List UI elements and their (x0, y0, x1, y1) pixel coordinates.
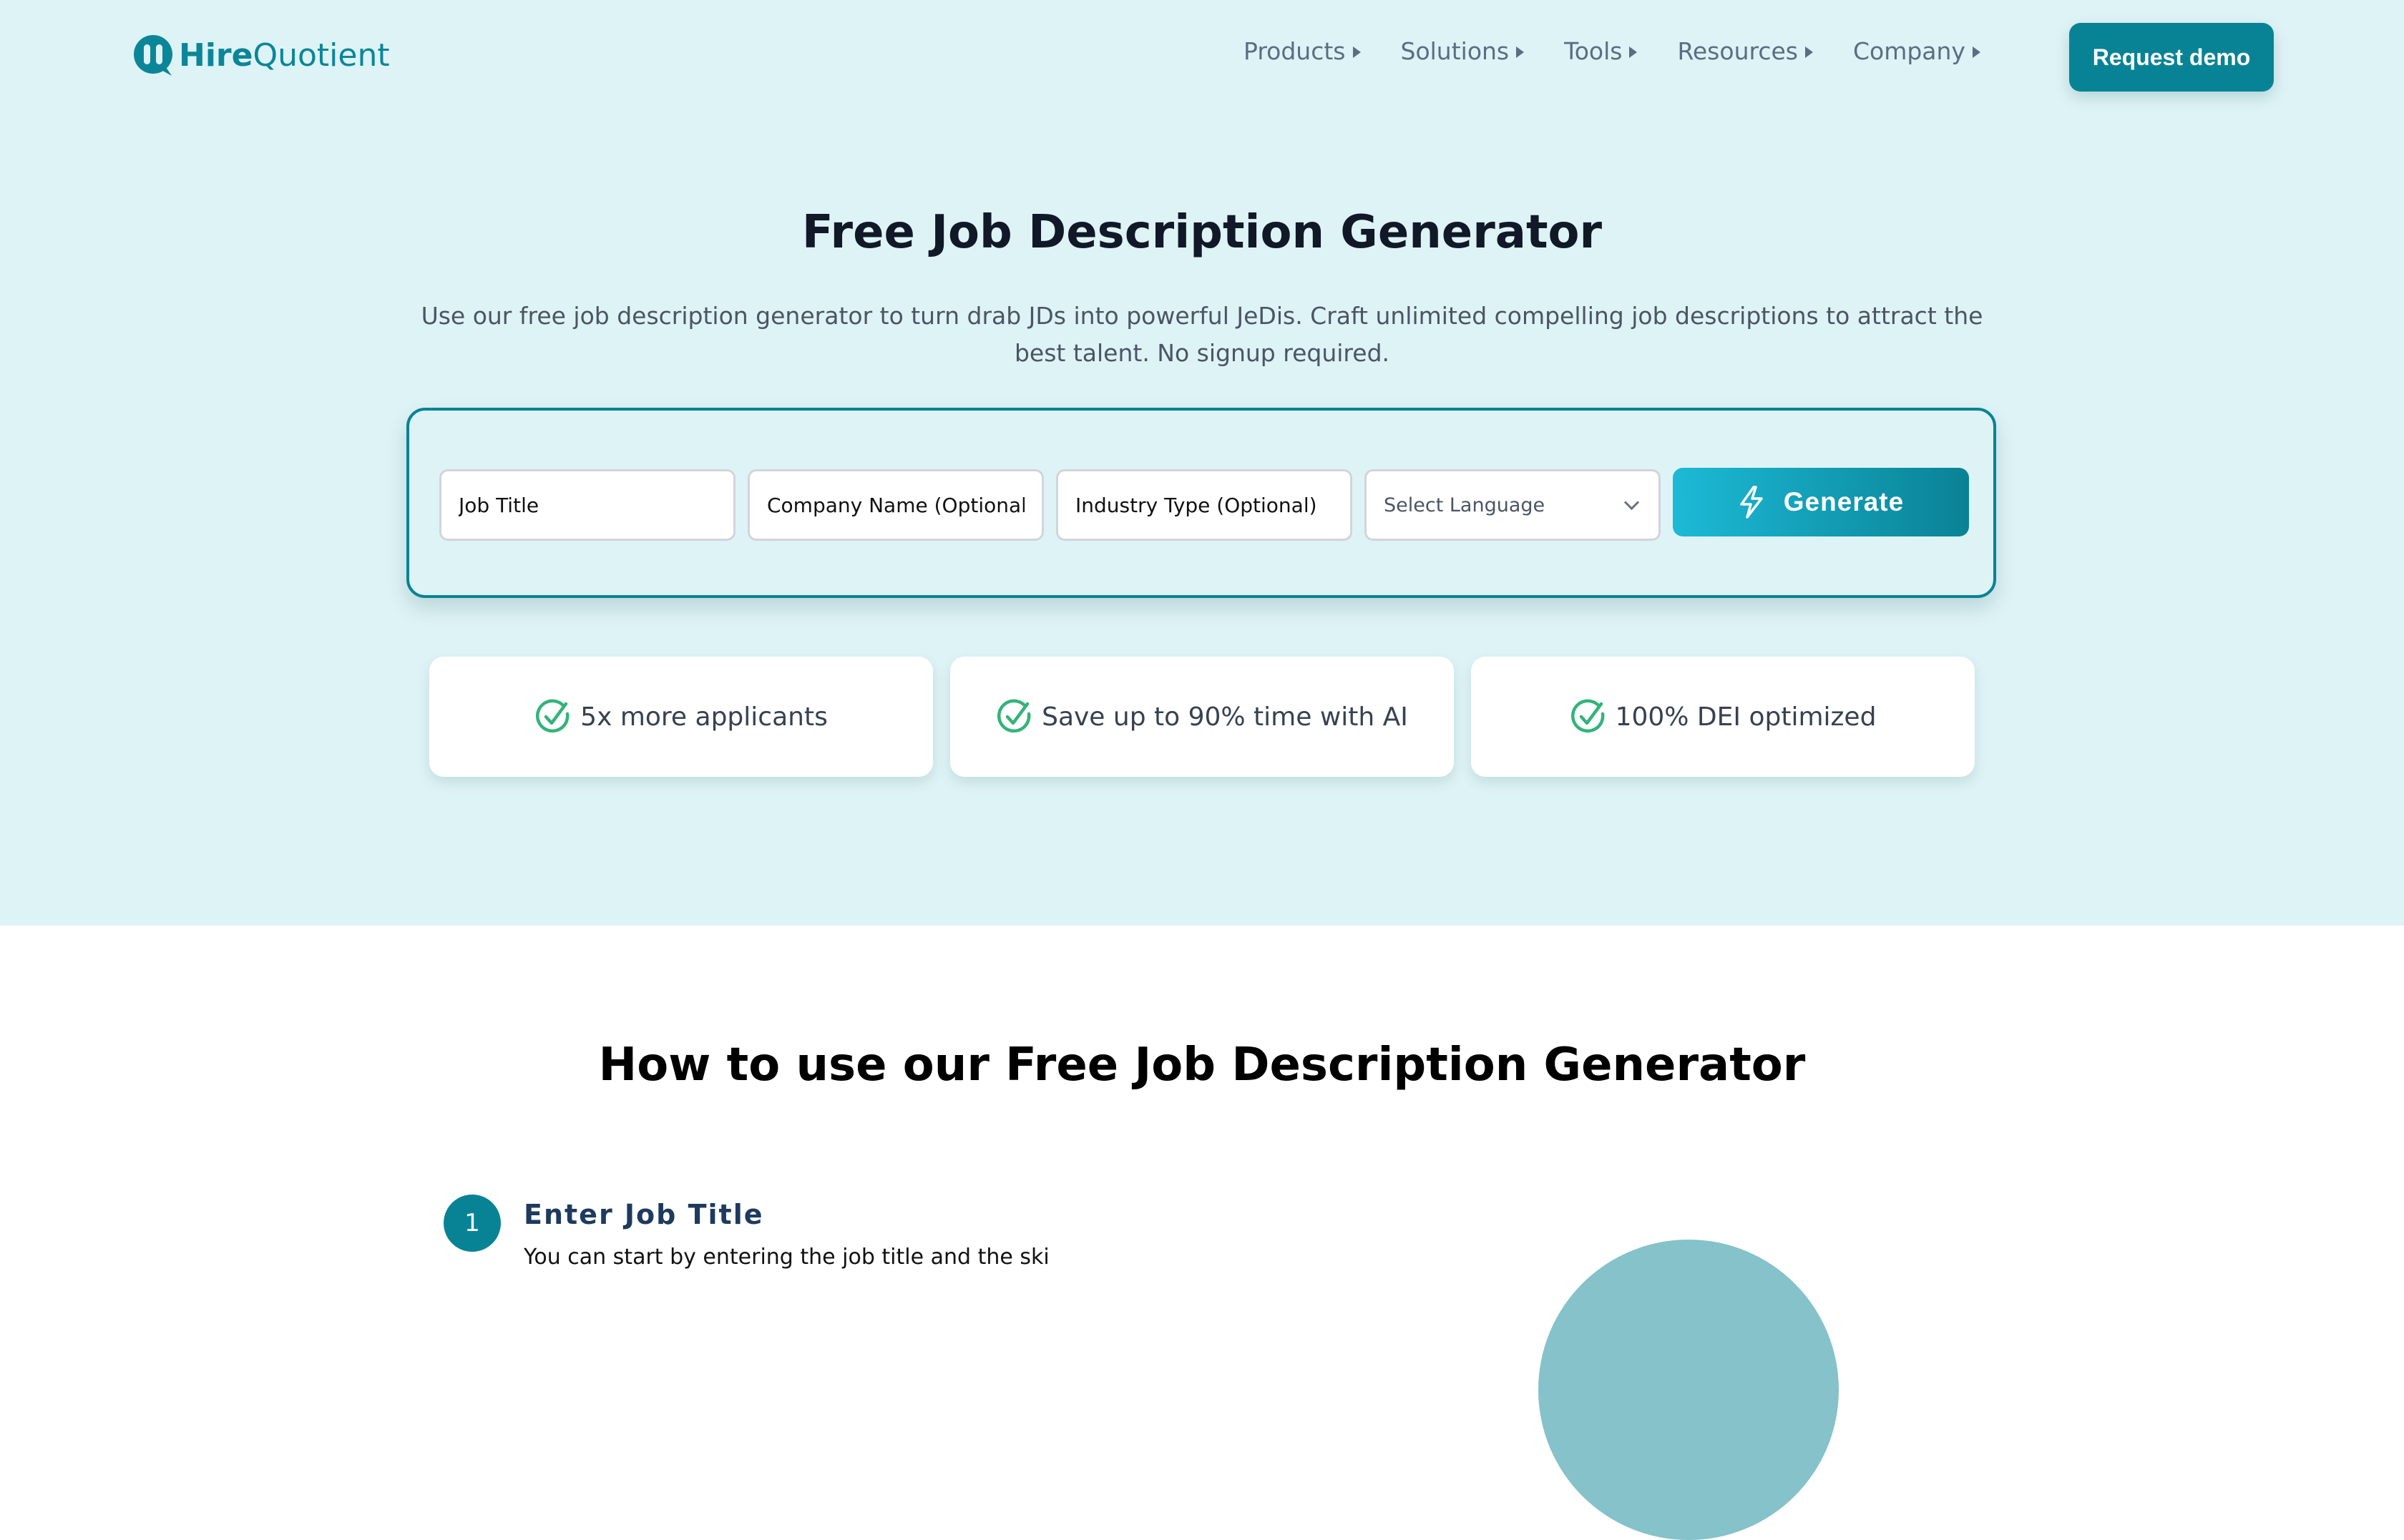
logo[interactable]: HireQuotient (132, 34, 390, 77)
nav-item-label: Resources (1677, 36, 1798, 65)
feature-label: 100% DEI optimized (1615, 702, 1877, 732)
step-description: You can start by entering the job title … (524, 1245, 1050, 1270)
feature-card: 5x more applicants (429, 657, 933, 777)
chevron-down-icon (1623, 494, 1640, 510)
request-demo-button[interactable]: Request demo (2069, 23, 2274, 92)
feature-label: 5x more applicants (580, 702, 828, 732)
generator-form: Select Language Generate (406, 408, 1996, 598)
nav-item-tools[interactable]: Tools (1564, 36, 1638, 65)
nav-item-products[interactable]: Products (1243, 37, 1361, 65)
check-circle-icon (997, 699, 1031, 733)
caret-right-icon (1972, 46, 1980, 58)
logo-text: HireQuotient (179, 34, 390, 77)
job-title-input[interactable] (439, 469, 736, 541)
feature-card: Save up to 90% time with AI (950, 657, 1454, 777)
caret-right-icon (1804, 46, 1813, 58)
feature-label: Save up to 90% time with AI (1042, 702, 1408, 732)
page-subtitle: Use our free job description generator t… (421, 302, 1983, 367)
main-nav: Products Solutions Tools Resources Compa… (1243, 30, 1980, 72)
language-select-value: Select Language (1384, 494, 1545, 516)
feature-card: 100% DEI optimized (1471, 657, 1975, 777)
page-title: Free Job Description Generator (801, 206, 1603, 259)
caret-right-icon (1352, 46, 1361, 58)
step-number-badge: 1 (444, 1195, 501, 1252)
caret-right-icon (1629, 46, 1638, 58)
nav-item-label: Company (1852, 36, 1965, 65)
generate-button[interactable]: Generate (1673, 468, 1969, 536)
step-title: Enter Job Title (524, 1199, 764, 1230)
decorative-illustration (1538, 1240, 1839, 1540)
logo-text-light: Quotient (253, 37, 390, 74)
language-select[interactable]: Select Language (1364, 469, 1661, 541)
nav-item-label: Solutions (1400, 36, 1510, 65)
caret-right-icon (1516, 46, 1525, 58)
logo-mark-icon (132, 34, 177, 77)
hero-section: HireQuotient Products Solutions Tools Re… (0, 0, 2404, 926)
generate-button-label: Generate (1783, 487, 1905, 516)
check-circle-icon (1570, 699, 1604, 733)
check-circle-icon (536, 699, 570, 733)
nav-item-solutions[interactable]: Solutions (1401, 37, 1525, 65)
nav-item-company[interactable]: Company (1853, 37, 1980, 65)
logo-text-bold: Hire (179, 37, 253, 74)
how-to-title: How to use our Free Job Description Gene… (598, 1039, 1806, 1092)
nav-item-label: Tools (1564, 36, 1623, 65)
industry-type-input[interactable] (1056, 469, 1352, 541)
company-name-input[interactable] (748, 469, 1044, 541)
lightning-bolt-icon (1740, 486, 1763, 519)
nav-item-label: Products (1243, 36, 1346, 65)
nav-item-resources[interactable]: Resources (1677, 37, 1813, 65)
